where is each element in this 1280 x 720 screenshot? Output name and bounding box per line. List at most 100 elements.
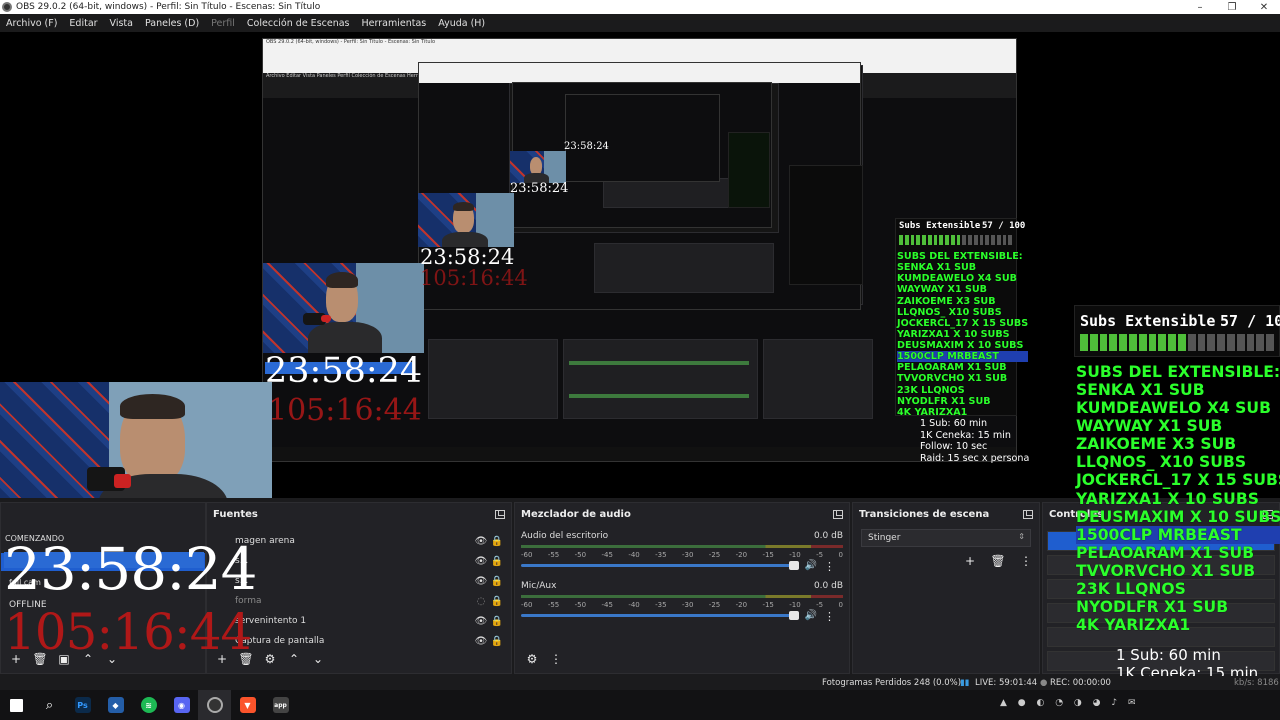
eye-hidden-icon[interactable]: ◌ xyxy=(473,596,489,607)
sub-entry: KUMDEAWELO X4 SUB xyxy=(1076,399,1271,418)
undock-icon[interactable] xyxy=(833,509,843,519)
inner-mixer-panel xyxy=(603,178,743,208)
lock-icon[interactable]: 🔒 xyxy=(489,616,505,627)
undock-icon[interactable] xyxy=(1023,509,1033,519)
progress-segment xyxy=(1002,235,1007,245)
sub-entry: YARIZXA1 X 10 SUBS xyxy=(897,328,1010,340)
volume-slider[interactable] xyxy=(521,614,793,617)
app-icon[interactable]: ◆ xyxy=(99,690,132,720)
source-row[interactable]: s... 👁 🔒 xyxy=(213,571,505,591)
rule-entry: Raid: 15 sec x persona xyxy=(920,452,1030,464)
menu-ayuda[interactable]: Ayuda (H) xyxy=(432,18,491,29)
lock-icon[interactable]: 🔒 xyxy=(489,636,505,647)
progress-segment xyxy=(1148,334,1157,351)
nested-timer: 105:16:44 xyxy=(268,393,422,428)
rule-entry: 1 Sub: 60 min xyxy=(920,418,988,429)
speaker-icon[interactable]: 🔊 xyxy=(805,560,817,571)
speaker-icon[interactable]: 🔊 xyxy=(805,610,817,621)
meter-tick-label: -40 xyxy=(628,601,640,609)
spotify-icon[interactable]: ≋ xyxy=(132,690,165,720)
transition-select[interactable]: Stinger ⇕ xyxy=(861,529,1031,547)
meter-tick-label: 0 xyxy=(838,601,843,609)
rule-entry: Follow: 10 sec xyxy=(920,441,988,452)
progress-segment xyxy=(1256,334,1265,351)
menu-herramientas[interactable]: Herramientas xyxy=(356,18,433,29)
eye-icon[interactable]: 👁 xyxy=(473,576,489,587)
eye-icon[interactable]: 👁 xyxy=(473,636,489,647)
transition-properties-button[interactable]: ⋮ xyxy=(1017,553,1035,569)
inner-transitions-panel xyxy=(763,339,873,419)
volume-slider-handle[interactable] xyxy=(789,561,799,570)
advanced-audio-icon[interactable]: ⚙ xyxy=(523,651,541,667)
app-icon[interactable]: app xyxy=(264,690,297,720)
maximize-button[interactable]: ❐ xyxy=(1216,2,1248,13)
progress-segment xyxy=(1177,334,1186,351)
meter-tick-label: -50 xyxy=(574,551,587,559)
brave-icon[interactable]: ▼ xyxy=(231,690,264,720)
meter-tick-label: -5 xyxy=(816,601,824,609)
more-options-icon[interactable]: ⋮ xyxy=(547,651,565,667)
meter-tick-label: -5 xyxy=(816,551,824,559)
volume-slider[interactable] xyxy=(521,564,793,567)
meter-tick-label: -35 xyxy=(655,601,667,609)
menu-editar[interactable]: Editar xyxy=(63,18,103,29)
source-row[interactable]: magen arena 👁 🔒 xyxy=(213,531,505,551)
source-row[interactable]: servenintento 1 👁 🔒 xyxy=(213,611,505,631)
subathon-count: 57 / 100 xyxy=(982,221,1026,231)
nested-clock: 23:58:24 xyxy=(510,181,569,196)
subs-header: SUBS DEL EXTENSIBLE: xyxy=(1076,363,1280,381)
taskbar: ⌕ Ps ◆ ≋ ◉ ▼ app ▲ ● ◐ ◔ ◑ ◕ ♪ ✉ xyxy=(0,690,1280,720)
menu-archivo[interactable]: Archivo (F) xyxy=(0,18,63,29)
close-button[interactable]: ✕ xyxy=(1248,2,1280,13)
nested-clock: 23:58:24 xyxy=(420,245,515,269)
transitions-dock: Transiciones de escena Stinger ⇕ + 🗑 ⋮ xyxy=(852,502,1040,674)
system-tray[interactable]: ▲ ● ◐ ◔ ◑ ◕ ♪ ✉ xyxy=(1000,698,1140,708)
clock-overlay: 23:58:24 xyxy=(4,535,257,603)
progress-segment xyxy=(1080,334,1088,351)
menu-paneles[interactable]: Paneles (D) xyxy=(139,18,205,29)
source-row[interactable]: s... 👁 🔒 xyxy=(213,551,505,571)
nested-clock: 23:58:24 xyxy=(564,141,609,152)
menu-perfil[interactable]: Perfil xyxy=(205,18,241,29)
rule-entry: 1K Ceneka: 15 min xyxy=(920,429,1011,441)
mixer-header: Mezclador de audio xyxy=(515,503,849,525)
timer-overlay: 105:16:44 xyxy=(4,603,252,661)
more-options-icon[interactable]: ⋮ xyxy=(824,610,835,623)
source-row[interactable]: Captura de pantalla 👁 🔒 xyxy=(213,631,505,651)
move-up-button[interactable]: ⌃ xyxy=(285,651,303,667)
progress-segment xyxy=(933,235,938,245)
discord-icon[interactable]: ◉ xyxy=(165,690,198,720)
progress-segment xyxy=(904,235,909,245)
progress-segment xyxy=(968,235,972,245)
volume-slider-handle[interactable] xyxy=(789,611,799,620)
menu-vista[interactable]: Vista xyxy=(104,18,139,29)
lock-icon[interactable]: 🔒 xyxy=(489,556,505,567)
source-row[interactable]: forma ◌ 🔒 xyxy=(213,591,505,611)
obs-icon[interactable] xyxy=(198,690,231,720)
progress-segment xyxy=(996,235,1001,245)
webcam-feed-nested xyxy=(263,263,424,353)
dropped-frames: Fotogramas Perdidos 248 (0.0%) xyxy=(822,678,962,688)
progress-segment xyxy=(1089,334,1098,351)
windows-start-icon[interactable] xyxy=(0,690,33,720)
add-transition-button[interactable]: + xyxy=(961,553,979,569)
eye-icon[interactable]: 👁 xyxy=(473,536,489,547)
remove-transition-button[interactable]: 🗑 xyxy=(989,553,1007,569)
eye-icon[interactable]: 👁 xyxy=(473,616,489,627)
eye-icon[interactable]: 👁 xyxy=(473,556,489,567)
lock-icon[interactable]: 🔒 xyxy=(489,596,505,607)
photoshop-icon[interactable]: Ps xyxy=(66,690,99,720)
subathon-title: Subs Extensible xyxy=(899,221,981,231)
meter-tick-label: -20 xyxy=(735,551,748,559)
progress-segment xyxy=(1119,334,1127,351)
source-properties-button[interactable]: ⚙ xyxy=(261,651,279,667)
menu-coleccion-escenas[interactable]: Colección de Escenas xyxy=(241,18,356,29)
lock-icon[interactable]: 🔒 xyxy=(489,576,505,587)
sub-entry: TVVORVCHO X1 SUB xyxy=(1076,561,1256,580)
more-options-icon[interactable]: ⋮ xyxy=(824,560,835,573)
lock-icon[interactable]: 🔒 xyxy=(489,536,505,547)
undock-icon[interactable] xyxy=(495,509,505,519)
search-icon[interactable]: ⌕ xyxy=(33,690,66,720)
move-down-button[interactable]: ⌄ xyxy=(309,651,327,667)
minimize-button[interactable]: – xyxy=(1184,2,1216,13)
